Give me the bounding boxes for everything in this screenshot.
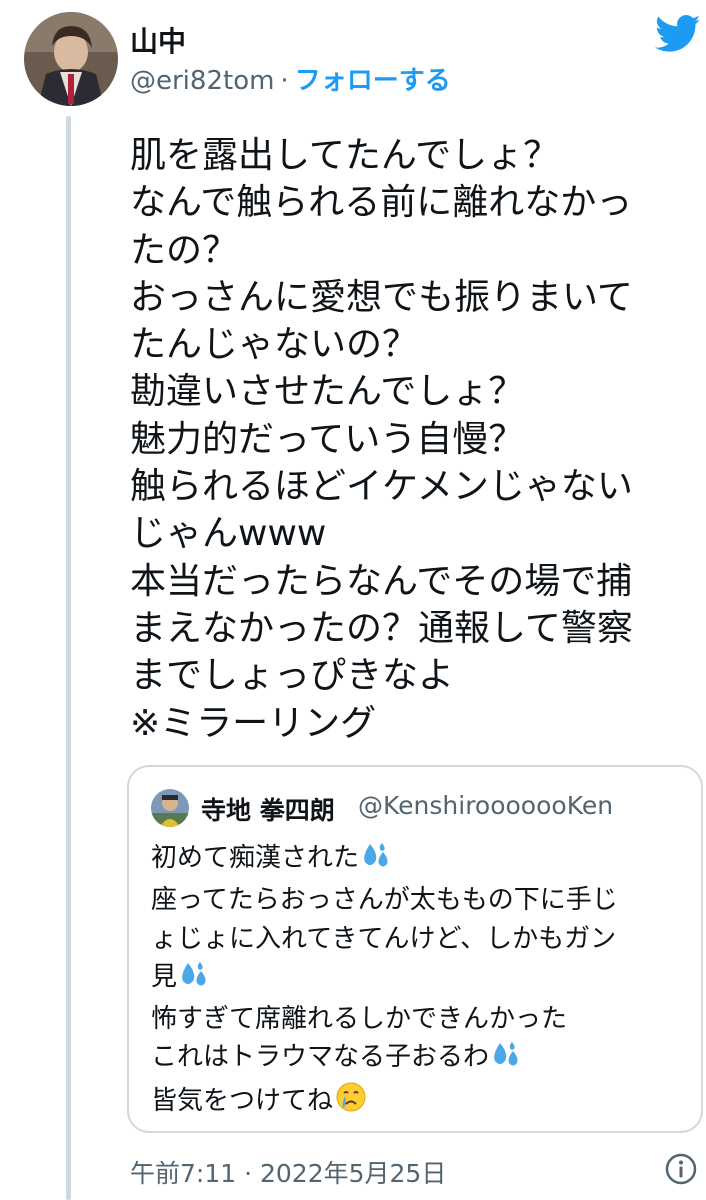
crying-face-icon [335, 1081, 367, 1124]
quoted-display-name: 寺地 拳四朗 [201, 796, 335, 825]
quoted-line: 怖すぎて席離れるしかできんかった [151, 1004, 568, 1035]
tweet-line: 肌を露出してたんでしょ？ [130, 135, 560, 176]
quoted-line-text: これはトラウマなる子おるわ [151, 1042, 490, 1073]
tweet-line: なんで触られる前に離れなかっ [130, 182, 633, 224]
quoted-line: ょじょに入れてきてんけど、しかもガン [151, 923, 617, 954]
info-icon[interactable] [664, 1152, 698, 1186]
tweet-timestamp[interactable]: 午前7:11 · 2022年5月25日 [130, 1154, 446, 1190]
tweet-line: ※ミラーリング [130, 702, 377, 744]
tweet-line: 触られるほどイケメンじゃない [130, 466, 633, 508]
sweat-droplets-icon [179, 961, 209, 1000]
tweet-line: じゃんwww [130, 513, 327, 555]
quoted-line: これはトラウマなる子おるわ [151, 1038, 691, 1080]
thread-line [66, 116, 71, 1200]
tweet-line: 魅力的だっていう自慢？ [130, 418, 525, 460]
tweet-line: 本当だったらなんでその場で捕 [130, 560, 633, 602]
quoted-author-avatar [151, 789, 189, 827]
author-handle-row: @eri82tom · フォローする [130, 60, 451, 97]
quoted-line-text: 皆気をつけてね [151, 1085, 334, 1116]
tweet-line: までしょっぴきなよ [130, 655, 455, 697]
tweet-line: たんじゃないの？ [130, 324, 419, 366]
tweet-line: 勘違いさせたんでしょ？ [130, 371, 525, 413]
tweet-line: おっさんに愛想でも振りまいて [130, 276, 633, 318]
separator-dot: · [280, 66, 289, 96]
author-avatar[interactable] [24, 12, 118, 106]
quoted-handle: @KenshirooooooKen [358, 791, 614, 820]
tweet-line: たの？ [130, 229, 239, 271]
author-handle[interactable]: @eri82tom [130, 66, 274, 96]
quoted-line: 座ってたらおっさんが太ももの下に手じ [151, 885, 618, 916]
quoted-line: 見 [151, 958, 691, 1000]
tweet-text: 肌を露出してたんでしょ？ なんで触られる前に離れなかっ たの？ おっさんに愛想で… [130, 132, 700, 747]
quoted-line: 皆気をつけてね [151, 1081, 691, 1124]
quoted-tweet-text: 初めて痴漢された 座ってたらおっさんが太ももの下に手じ ょじょに入れてきてんけど… [151, 839, 691, 1124]
quoted-tweet-card[interactable]: 寺地 拳四朗 @KenshirooooooKen 初めて痴漢された 座ってたらお… [127, 765, 703, 1133]
quoted-line-text: 見 [151, 961, 178, 992]
follow-button[interactable]: フォローする [295, 66, 451, 96]
author-display-name[interactable]: 山中 [130, 20, 186, 60]
twitter-bird-icon[interactable] [655, 14, 701, 54]
sweat-droplets-icon [361, 842, 391, 881]
sweat-droplets-icon [491, 1041, 521, 1080]
quoted-line: 初めて痴漢された [151, 839, 691, 881]
tweet-line: まえなかったの？通報して警察 [130, 607, 633, 649]
quoted-line-text: 初めて痴漢された [151, 843, 360, 873]
